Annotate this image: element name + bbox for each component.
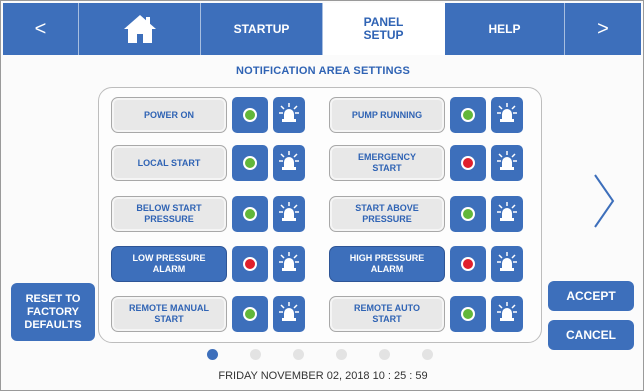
- beacon-button[interactable]: [491, 296, 523, 332]
- accept-button[interactable]: ACCEPT: [548, 281, 634, 311]
- status-toggle-button[interactable]: [232, 145, 268, 181]
- chevron-left-icon: <: [34, 17, 47, 40]
- reset-to-factory-defaults-button[interactable]: RESET TO FACTORY DEFAULTS: [11, 283, 95, 341]
- status-toggle-button[interactable]: [232, 196, 268, 232]
- notification-label-button[interactable]: LOW PRESSURE ALARM: [111, 246, 227, 282]
- notification-label-button[interactable]: REMOTE MANUAL START: [111, 296, 227, 332]
- notification-label-button[interactable]: BELOW START PRESSURE: [111, 196, 227, 232]
- page-dot[interactable]: [379, 349, 390, 360]
- page-indicator: [207, 349, 433, 360]
- notification-label-button[interactable]: PUMP RUNNING: [329, 97, 445, 133]
- status-indicator-icon: [461, 156, 475, 170]
- status-toggle-button[interactable]: [450, 246, 486, 282]
- beacon-button[interactable]: [491, 97, 523, 133]
- beacon-button[interactable]: [491, 246, 523, 282]
- beacon-button[interactable]: [273, 97, 305, 133]
- page-dot[interactable]: [250, 349, 261, 360]
- notification-row: POWER ON: [111, 96, 305, 134]
- status-toggle-button[interactable]: [232, 246, 268, 282]
- status-indicator-icon: [461, 207, 475, 221]
- beacon-light-icon: [496, 201, 518, 228]
- beacon-light-icon: [496, 150, 518, 177]
- status-indicator-icon: [461, 108, 475, 122]
- tab-startup[interactable]: STARTUP: [201, 3, 323, 55]
- status-indicator-icon: [243, 108, 257, 122]
- status-indicator-icon: [243, 207, 257, 221]
- page-dot[interactable]: [293, 349, 304, 360]
- beacon-light-icon: [278, 102, 300, 129]
- top-nav: < STARTUP PANEL SETUP HELP >: [3, 3, 641, 55]
- notification-label-button[interactable]: REMOTE AUTO START: [329, 296, 445, 332]
- notification-row: START ABOVE PRESSURE: [329, 195, 523, 233]
- notification-row: EMERGENCY START: [329, 144, 523, 182]
- status-toggle-button[interactable]: [450, 145, 486, 181]
- status-indicator-icon: [243, 257, 257, 271]
- cancel-button[interactable]: CANCEL: [548, 320, 634, 350]
- notification-row: LOCAL START: [111, 144, 305, 182]
- beacon-light-icon: [496, 251, 518, 278]
- beacon-light-icon: [278, 201, 300, 228]
- beacon-light-icon: [278, 251, 300, 278]
- notification-row: REMOTE MANUAL START: [111, 295, 305, 333]
- page-dot[interactable]: [422, 349, 433, 360]
- notification-label-button[interactable]: START ABOVE PRESSURE: [329, 196, 445, 232]
- status-toggle-button[interactable]: [450, 296, 486, 332]
- date-time-display: FRIDAY NOVEMBER 02, 2018 10 : 25 : 59: [218, 370, 428, 382]
- beacon-button[interactable]: [273, 196, 305, 232]
- status-indicator-icon: [461, 257, 475, 271]
- next-button[interactable]: >: [565, 3, 641, 55]
- tab-help[interactable]: HELP: [445, 3, 565, 55]
- notification-label-button[interactable]: POWER ON: [111, 97, 227, 133]
- notification-row: HIGH PRESSURE ALARM: [329, 245, 523, 283]
- tab-panel-setup-label: PANEL SETUP: [363, 15, 404, 42]
- next-page-chevron-icon[interactable]: [591, 173, 617, 229]
- status-toggle-button[interactable]: [450, 97, 486, 133]
- beacon-button[interactable]: [273, 246, 305, 282]
- tab-panel-setup[interactable]: PANEL SETUP: [323, 3, 445, 55]
- status-toggle-button[interactable]: [232, 97, 268, 133]
- page-dot[interactable]: [336, 349, 347, 360]
- beacon-button[interactable]: [491, 196, 523, 232]
- notification-row: BELOW START PRESSURE: [111, 195, 305, 233]
- status-toggle-button[interactable]: [450, 196, 486, 232]
- notification-label-button[interactable]: LOCAL START: [111, 145, 227, 181]
- home-button[interactable]: [79, 3, 201, 55]
- chevron-right-icon: >: [597, 17, 609, 40]
- status-indicator-icon: [243, 307, 257, 321]
- beacon-light-icon: [278, 150, 300, 177]
- back-button[interactable]: <: [3, 3, 79, 55]
- page-dot[interactable]: [207, 349, 218, 360]
- status-indicator-icon: [461, 307, 475, 321]
- beacon-button[interactable]: [273, 296, 305, 332]
- page-title: NOTIFICATION AREA SETTINGS: [235, 65, 411, 77]
- screen: < STARTUP PANEL SETUP HELP > NOTIFICATIO…: [0, 0, 644, 391]
- home-icon: [123, 15, 156, 43]
- notification-label-button[interactable]: EMERGENCY START: [329, 145, 445, 181]
- status-indicator-icon: [243, 156, 257, 170]
- beacon-button[interactable]: [491, 145, 523, 181]
- notification-row: REMOTE AUTO START: [329, 295, 523, 333]
- status-toggle-button[interactable]: [232, 296, 268, 332]
- notification-settings-panel: POWER ON PUMP RUNNING LOCAL START EMERGENCY…: [98, 87, 542, 343]
- notification-label-button[interactable]: HIGH PRESSURE ALARM: [329, 246, 445, 282]
- beacon-light-icon: [278, 301, 300, 328]
- beacon-light-icon: [496, 301, 518, 328]
- beacon-light-icon: [496, 102, 518, 129]
- notification-row: PUMP RUNNING: [329, 96, 523, 134]
- beacon-button[interactable]: [273, 145, 305, 181]
- notification-row: LOW PRESSURE ALARM: [111, 245, 305, 283]
